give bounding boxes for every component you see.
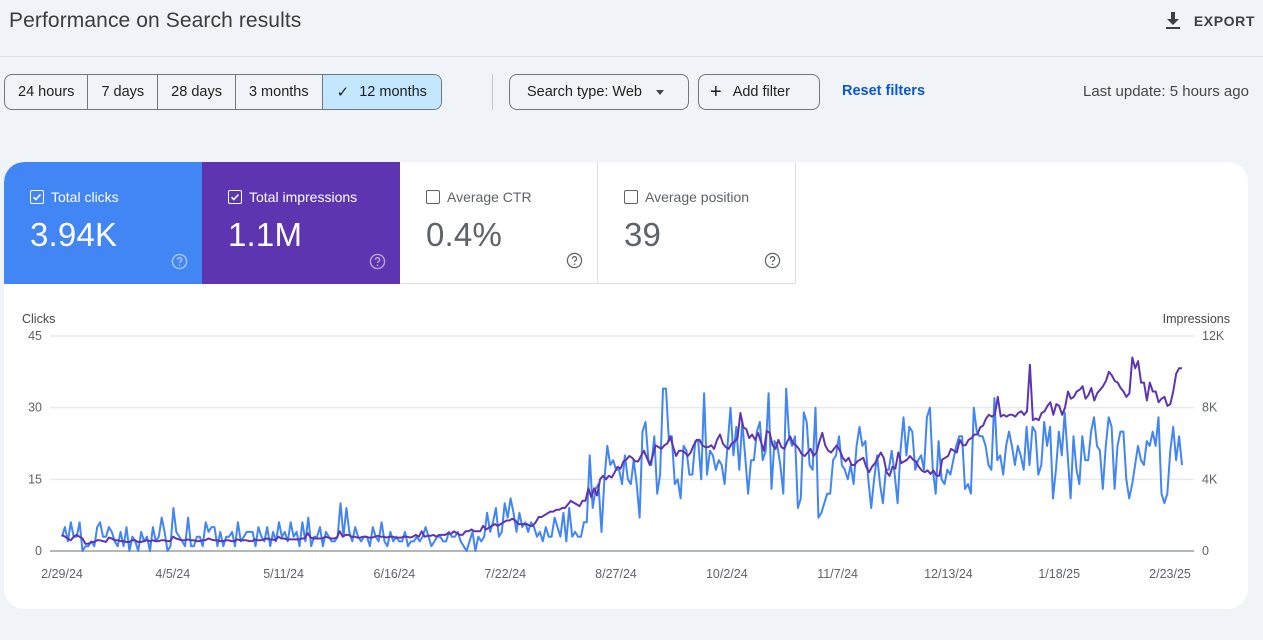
x-tick-label: 2/29/24 — [41, 567, 83, 581]
metric-total-clicks[interactable]: Total clicks 3.94K — [4, 162, 202, 284]
x-tick-label: 1/18/25 — [1038, 567, 1080, 581]
range-button-28-days[interactable]: 28 days — [158, 75, 236, 109]
x-tick-label: 11/7/24 — [817, 567, 858, 581]
x-tick-label: 5/11/24 — [263, 567, 304, 581]
metric-label: Average CTR — [447, 189, 532, 205]
chart-canvas: 0 0 15 4K 30 8K 45 12K 2/29/24 4/5/24 5/11/24 6/16/… — [28, 329, 1225, 581]
metric-value: 3.94K — [30, 216, 118, 253]
metric-value: 0.4% — [426, 216, 503, 253]
metric-total-impressions[interactable]: Total impressions 1.1M — [202, 162, 400, 284]
caret-down-icon — [656, 89, 664, 95]
metric-value: 39 — [624, 216, 662, 253]
search-type-label: Search type: Web — [527, 84, 642, 100]
series-line-clicks — [61, 387, 1183, 552]
metric-average-ctr[interactable]: Average CTR 0.4% — [400, 162, 598, 284]
metric-value: 1.1M — [228, 216, 303, 253]
metric-tiles: Total clicks 3.94K Total impressions 1.1… — [4, 162, 796, 284]
left-tick-label: 0 — [35, 544, 42, 558]
range-label: 3 months — [248, 84, 309, 100]
range-button-24-hours[interactable]: 24 hours — [5, 75, 89, 109]
help-icon[interactable] — [566, 252, 583, 269]
range-label: 7 days — [101, 84, 145, 100]
check-icon: ✓ — [336, 84, 350, 101]
export-button[interactable]: EXPORT — [1164, 8, 1255, 34]
export-label: EXPORT — [1193, 13, 1255, 29]
checkbox-unchecked-icon[interactable] — [426, 190, 440, 204]
x-tick-label: 10/2/24 — [706, 567, 748, 581]
reset-filters-link[interactable]: Reset filters — [842, 83, 925, 99]
right-tick-label: 0 — [1202, 544, 1209, 558]
metric-label: Average position — [645, 189, 750, 205]
left-tick-label: 15 — [28, 472, 42, 486]
filter-separator — [492, 74, 493, 110]
page-title: Performance on Search results — [9, 9, 302, 32]
series-line-impressions — [61, 356, 1182, 545]
x-tick-label: 2/23/25 — [1149, 567, 1191, 581]
metric-label: Total clicks — [51, 189, 119, 205]
header-divider — [0, 56, 1263, 57]
right-tick-label: 12K — [1202, 329, 1225, 343]
x-tick-label: 6/16/24 — [374, 567, 416, 581]
plus-icon: + — [710, 81, 722, 103]
x-tick-label: 4/5/24 — [155, 567, 190, 581]
add-filter-button[interactable]: + Add filter — [698, 74, 820, 110]
left-tick-label: 45 — [28, 329, 42, 343]
x-tick-label: 7/22/24 — [484, 567, 526, 581]
range-label: 24 hours — [18, 84, 75, 100]
range-label: 28 days — [171, 84, 222, 100]
range-button-12-months[interactable]: ✓ 12 months — [322, 75, 441, 109]
range-label: 12 months — [359, 84, 427, 100]
left-tick-label: 30 — [28, 401, 42, 415]
range-button-7-days[interactable]: 7 days — [88, 75, 159, 109]
date-range-selector: 24 hours 7 days 28 days 3 months ✓ 12 months — [4, 74, 442, 110]
x-tick-label: 12/13/24 — [924, 567, 973, 581]
last-update-text: Last update: 5 hours ago — [1083, 83, 1249, 100]
checkbox-unchecked-icon[interactable] — [624, 190, 638, 204]
help-icon[interactable] — [369, 253, 386, 270]
add-filter-label: Add filter — [732, 84, 790, 100]
metric-label: Total impressions — [249, 189, 358, 205]
help-icon[interactable] — [171, 253, 188, 270]
metric-average-position[interactable]: Average position 39 — [598, 162, 796, 284]
search-type-dropdown[interactable]: Search type: Web — [509, 74, 689, 110]
performance-card: Total clicks 3.94K Total impressions 1.1… — [4, 162, 1248, 609]
help-icon[interactable] — [764, 252, 781, 269]
range-button-3-months[interactable]: 3 months — [236, 75, 323, 109]
checkbox-checked-icon[interactable] — [30, 190, 44, 204]
performance-chart[interactable]: Clicks Impressions 0 0 15 4K 30 8K 45 12K 2/29/2… — [4, 284, 1248, 609]
checkbox-checked-icon[interactable] — [228, 190, 242, 204]
download-icon — [1165, 12, 1180, 29]
right-tick-label: 4K — [1202, 472, 1218, 486]
x-tick-label: 8/27/24 — [595, 567, 637, 581]
right-tick-label: 8K — [1202, 401, 1218, 415]
